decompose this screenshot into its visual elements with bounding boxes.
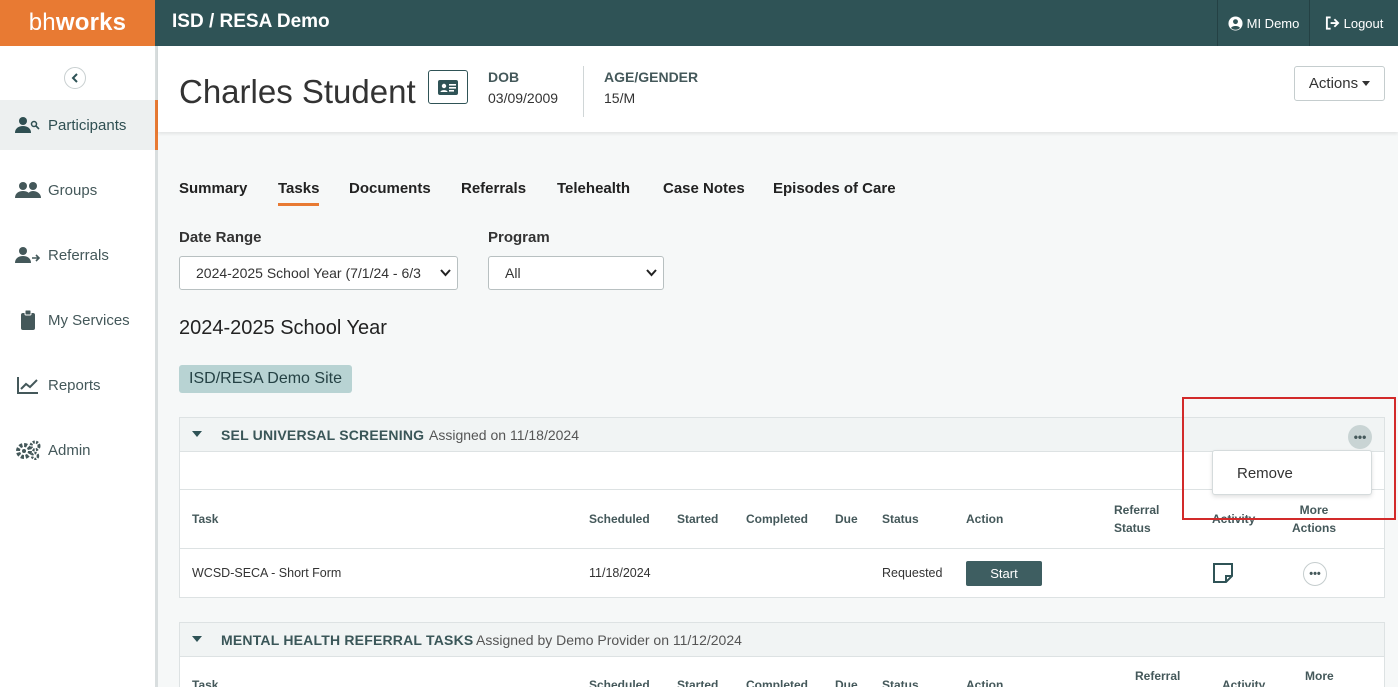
column-header-status: Status: [882, 678, 919, 687]
clipboard-icon: [15, 310, 41, 330]
chevron-left-icon: [71, 73, 78, 83]
participant-name: Charles Student: [179, 73, 416, 110]
date-range-select[interactable]: 2024-2025 School Year (7/1/24 - 6/3: [179, 256, 458, 290]
column-header-referral-status: Referral Status: [1114, 503, 1160, 535]
task-name: WCSD-SECA - Short Form: [192, 566, 342, 580]
tab-referrals[interactable]: Referrals: [461, 180, 526, 197]
divider: [180, 548, 1384, 549]
sidebar-item-referrals[interactable]: Referrals: [0, 230, 155, 280]
panel-subtitle: Assigned on 11/18/2024: [429, 427, 579, 443]
referrals-icon: [15, 245, 41, 265]
app-title: ISD / RESA Demo: [172, 11, 330, 32]
app-logo[interactable]: bh works: [0, 0, 155, 46]
column-header-started: Started: [677, 678, 719, 687]
column-header-activity: Activity: [1222, 678, 1266, 687]
sidebar-item-reports[interactable]: Reports: [0, 360, 155, 410]
caret-down-icon[interactable]: [192, 431, 202, 437]
column-header-completed: Completed: [746, 678, 809, 687]
sidebar-item-groups[interactable]: Groups: [0, 165, 155, 215]
column-header-started: Started: [677, 512, 719, 526]
task-panel-header[interactable]: MENTAL HEALTH REFERRAL TASKS Assigned by…: [180, 623, 1384, 657]
actions-label: Actions: [1308, 75, 1359, 92]
tab-summary[interactable]: Summary: [179, 180, 247, 197]
sidebar-item-label: Admin: [48, 441, 91, 459]
gears-icon: [15, 440, 41, 460]
column-header-task: Task: [192, 512, 219, 526]
chevron-down-icon: [646, 269, 657, 277]
scheduled-date: 11/18/2024: [589, 566, 651, 580]
groups-icon: [15, 180, 41, 200]
panel-title: MENTAL HEALTH REFERRAL TASKS: [221, 632, 474, 648]
column-header-scheduled: Scheduled: [589, 512, 650, 526]
participant-header: Charles Student DOB 03/09/2009 AGE/GENDE…: [158, 46, 1398, 132]
school-year-heading: 2024-2025 School Year: [179, 317, 387, 339]
header-divider: [583, 66, 584, 117]
column-header-scheduled: Scheduled: [589, 678, 650, 687]
sidebar-item-label: My Services: [48, 311, 130, 329]
dob-value: 03/09/2009: [488, 90, 559, 106]
top-bar: bh works ISD / RESA Demo MI Demo Logout: [0, 0, 1398, 46]
tab-telehealth[interactable]: Telehealth: [557, 180, 630, 197]
caret-down-icon[interactable]: [192, 636, 202, 642]
date-range-label: Date Range: [179, 229, 262, 246]
tab-case-notes[interactable]: Case Notes: [663, 180, 745, 197]
logout-label: Logout: [1343, 15, 1384, 31]
dob-label: DOB: [488, 69, 520, 85]
logout-icon: [1325, 16, 1340, 30]
column-header-action: Action: [966, 512, 1004, 526]
participants-icon: [15, 115, 41, 135]
note-icon[interactable]: [1212, 562, 1234, 589]
tab-documents[interactable]: Documents: [349, 180, 431, 197]
column-header-status: Status: [882, 512, 919, 526]
sidebar-item-admin[interactable]: Admin: [0, 425, 155, 475]
caret-down-icon: [1362, 81, 1371, 86]
program-label: Program: [488, 229, 550, 246]
column-header-completed: Completed: [746, 512, 809, 526]
age-gender-value: 15/M: [604, 90, 636, 106]
column-header-due: Due: [835, 512, 858, 526]
chart-icon: [15, 375, 41, 395]
sidebar-item-label: Reports: [48, 376, 101, 394]
id-card-button[interactable]: [428, 70, 468, 104]
collapse-sidebar-button[interactable]: [64, 67, 86, 89]
program-value: All: [505, 265, 521, 281]
sidebar-item-my-services[interactable]: My Services: [0, 295, 155, 345]
site-badge: ISD/RESA Demo Site: [179, 365, 352, 393]
date-range-value: 2024-2025 School Year (7/1/24 - 6/3: [196, 265, 421, 281]
sidebar-item-label: Groups: [48, 181, 98, 199]
start-button[interactable]: Start: [966, 561, 1042, 586]
actions-dropdown-button[interactable]: Actions: [1294, 66, 1385, 101]
highlight-annotation: [1182, 397, 1396, 520]
task-panel-mental-health: MENTAL HEALTH REFERRAL TASKS Assigned by…: [179, 622, 1385, 687]
chevron-down-icon: [440, 269, 451, 277]
logout-button[interactable]: Logout: [1310, 0, 1398, 46]
id-card-icon: [438, 79, 458, 95]
column-header-more: More: [1305, 669, 1334, 683]
sidebar-item-label: Participants: [48, 116, 127, 134]
panel-subtitle: Assigned by Demo Provider on 11/12/2024: [476, 632, 742, 648]
user-menu-button[interactable]: MI Demo: [1217, 0, 1310, 46]
column-header-due: Due: [835, 678, 858, 687]
column-header-referral: Referral: [1135, 669, 1181, 683]
sidebar-item-participants[interactable]: Participants: [0, 100, 158, 150]
tab-episodes-of-care[interactable]: Episodes of Care: [773, 180, 896, 197]
user-circle-icon: [1228, 15, 1243, 31]
tab-tasks[interactable]: Tasks: [278, 180, 320, 206]
program-select[interactable]: All: [488, 256, 664, 290]
age-gender-label: AGE/GENDER: [604, 69, 699, 85]
panel-title: SEL UNIVERSAL SCREENING: [221, 427, 425, 443]
sidebar-item-label: Referrals: [48, 246, 109, 264]
status-value: Requested: [882, 566, 943, 580]
user-name: MI Demo: [1246, 15, 1300, 31]
row-more-actions-button[interactable]: •••: [1303, 562, 1327, 586]
column-header-task: Task: [192, 678, 219, 687]
column-header-action: Action: [966, 678, 1004, 687]
sidebar: Participants Groups Referrals My Service…: [0, 46, 158, 687]
